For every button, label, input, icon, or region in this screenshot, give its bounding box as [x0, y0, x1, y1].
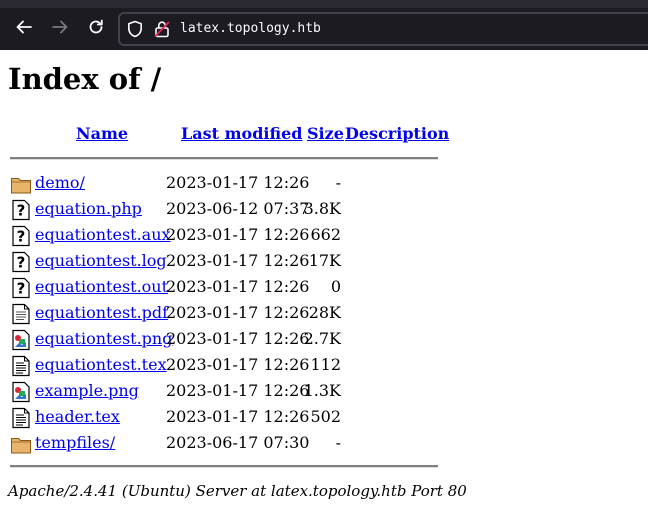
page-title: Index of / — [8, 62, 162, 96]
file-link[interactable]: equationtest.out — [35, 277, 168, 297]
file-size: 502 — [310, 407, 341, 426]
file-modified: 2023-01-17 12:26 — [166, 407, 310, 426]
file-modified: 2023-01-17 12:26 — [166, 173, 310, 192]
column-header-description[interactable]: Description — [345, 124, 449, 144]
file-size: 112 — [310, 355, 341, 374]
file-row: equationtest.tex 2023-01-17 12:26 112 — [0, 352, 648, 378]
file-row: header.tex 2023-01-17 12:26 502 — [0, 404, 648, 430]
file-link[interactable]: demo/ — [35, 173, 85, 193]
file-row: ? equation.php 2023-06-12 07:37 3.8K — [0, 196, 648, 222]
file-row: ? equationtest.log 2023-01-17 12:26 17K — [0, 248, 648, 274]
file-size: 0 — [330, 277, 341, 296]
file-link[interactable]: equationtest.tex — [35, 355, 167, 375]
file-modified: 2023-01-17 12:26 — [166, 277, 310, 296]
file-modified: 2023-01-17 12:26 — [166, 251, 310, 270]
reload-icon — [89, 19, 103, 34]
image-file-icon[interactable] — [10, 329, 32, 351]
file-row: demo/2023-01-17 12:26 - — [0, 170, 648, 196]
file-link[interactable]: tempfiles/ — [35, 433, 115, 453]
file-row: example.png 2023-01-17 12:26 1.3K — [0, 378, 648, 404]
text-file-icon[interactable] — [10, 355, 32, 377]
tab-strip — [0, 0, 648, 8]
file-modified: 2023-01-17 12:26 — [166, 303, 310, 322]
file-modified: 2023-01-17 12:26 — [166, 381, 310, 400]
file-row: equationtest.png 2023-01-17 12:26 2.7K — [0, 326, 648, 352]
file-modified: 2023-01-17 12:26 — [166, 329, 310, 348]
file-row: tempfiles/2023-06-17 07:30 - — [0, 430, 648, 456]
server-signature: Apache/2.4.41 (Ubuntu) Server at latex.t… — [8, 482, 467, 500]
file-size: - — [335, 433, 341, 452]
arrow-right-icon — [52, 20, 68, 34]
file-row: ? equationtest.out 2023-01-17 12:26 0 — [0, 274, 648, 300]
browser-toolbar: latex.topology.htb — [0, 0, 648, 50]
file-size: 3.8K — [303, 199, 341, 218]
forward-button[interactable] — [49, 16, 71, 38]
unknown-file-icon[interactable]: ? — [10, 251, 32, 273]
file-size: 28K — [308, 303, 341, 322]
svg-text:?: ? — [17, 202, 26, 220]
file-modified: 2023-06-12 07:37 — [166, 199, 310, 218]
page-content: Index of / Name Last modified Size Descr… — [0, 50, 648, 514]
file-link[interactable]: equationtest.aux — [35, 225, 171, 245]
file-row: ? equationtest.aux 2023-01-17 12:26 662 — [0, 222, 648, 248]
unknown-file-icon[interactable]: ? — [10, 225, 32, 247]
document-icon[interactable] — [10, 303, 32, 325]
arrow-left-icon — [16, 20, 32, 34]
column-header-last-modified[interactable]: Last modified — [181, 124, 302, 144]
back-button[interactable] — [13, 16, 35, 38]
file-size: 1.3K — [303, 381, 341, 400]
url-text[interactable]: latex.topology.htb — [180, 20, 321, 38]
file-modified: 2023-06-17 07:30 — [166, 433, 310, 452]
svg-text:?: ? — [17, 254, 26, 272]
folder-icon[interactable] — [10, 433, 32, 455]
svg-text:?: ? — [17, 228, 26, 246]
file-link[interactable]: example.png — [35, 381, 139, 401]
column-header-size[interactable]: Size — [307, 124, 344, 144]
column-header-name[interactable]: Name — [76, 124, 128, 144]
footer-divider — [10, 465, 438, 468]
header-divider — [10, 157, 438, 160]
file-size: 17K — [308, 251, 341, 270]
reload-button[interactable] — [85, 16, 107, 38]
file-size: - — [335, 173, 341, 192]
unknown-file-icon[interactable]: ? — [10, 199, 32, 221]
file-modified: 2023-01-17 12:26 — [166, 355, 310, 374]
file-link[interactable]: equationtest.log — [35, 251, 167, 271]
image-file-icon[interactable] — [10, 381, 32, 403]
file-link[interactable]: equationtest.pdf — [35, 303, 168, 323]
file-size: 2.7K — [303, 329, 341, 348]
file-link[interactable]: equationtest.png — [35, 329, 172, 349]
file-row: equationtest.pdf 2023-01-17 12:26 28K — [0, 300, 648, 326]
text-file-icon[interactable] — [10, 407, 32, 429]
svg-text:?: ? — [17, 280, 26, 298]
insecure-lock-icon[interactable] — [153, 20, 171, 38]
file-link[interactable]: header.tex — [35, 407, 120, 427]
shield-icon[interactable] — [126, 20, 144, 38]
file-size: 662 — [310, 225, 341, 244]
folder-icon[interactable] — [10, 173, 32, 195]
file-modified: 2023-01-17 12:26 — [166, 225, 310, 244]
unknown-file-icon[interactable]: ? — [10, 277, 32, 299]
file-link[interactable]: equation.php — [35, 199, 142, 219]
